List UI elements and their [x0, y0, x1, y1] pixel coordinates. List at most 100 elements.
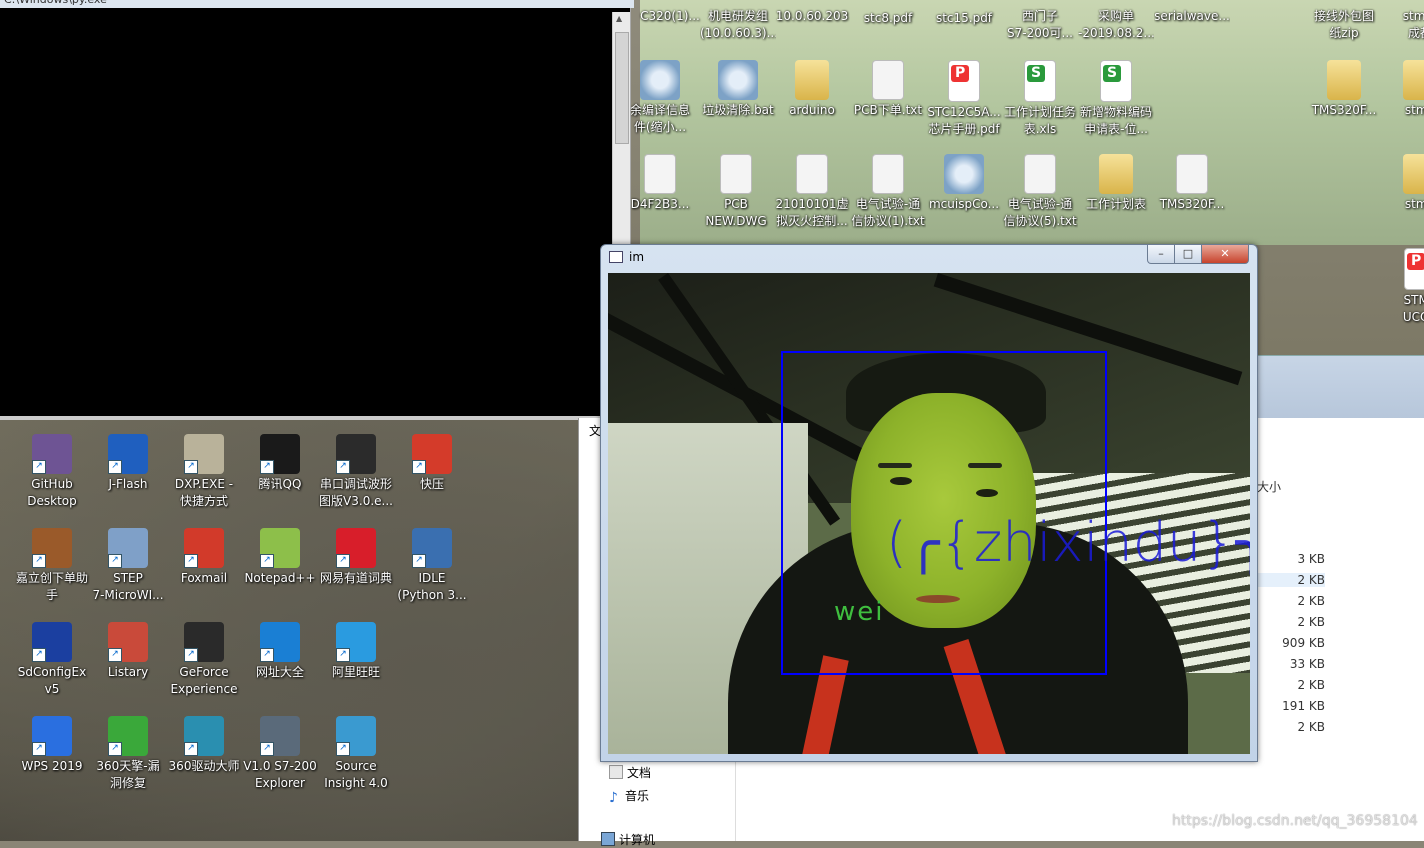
desktop-shortcut[interactable]: ↗ GeForce Experience: [166, 622, 242, 698]
desktop-icon-label: 电气试验-通 信协议(1).txt: [851, 197, 925, 228]
desktop-shortcut[interactable]: ↗ 串口调试波形 图版V3.0.e...: [318, 434, 394, 510]
desktop-icon[interactable]: 余编译信息 件(缩小...: [622, 60, 698, 136]
desktop-shortcut[interactable]: ↗ WPS 2019: [14, 716, 90, 775]
shortcut-arrow-icon: ↗: [184, 554, 198, 568]
desktop-shortcut-label: GeForce Experience: [170, 665, 238, 696]
app-icon: ↗: [336, 528, 376, 568]
folder-file-icon: [795, 60, 829, 100]
shortcut-arrow-icon: ↗: [184, 742, 198, 756]
desktop-shortcut[interactable]: ↗ Notepad++: [242, 528, 318, 587]
desktop-icon-label: stc15.pdf: [935, 11, 993, 25]
desktop-icon-label: 新增物料编码 申请表-位...: [1079, 105, 1152, 136]
desktop-shortcut[interactable]: ↗ DXP.EXE - 快捷方式: [166, 434, 242, 510]
desktop-icon-label: 机电研发组 (10.0.60.3)...: [700, 9, 776, 40]
watermark: https://blog.csdn.net/qq_36958104: [1172, 813, 1418, 829]
minimize-button[interactable]: –: [1147, 245, 1175, 264]
nav-item-music[interactable]: ♪ 音乐: [609, 787, 649, 805]
desktop-icon[interactable]: 电气试验-通 信协议(1).txt: [850, 154, 926, 230]
desktop-shortcut-label: WPS 2019: [21, 759, 83, 773]
app-icon: ↗: [184, 622, 224, 662]
desktop-icon[interactable]: 机电研发组 (10.0.60.3)...: [700, 0, 776, 42]
desktop-icon[interactable]: stm8f 成都: [1382, 0, 1424, 42]
console-window[interactable]: C:\Windows\py.exe ▲: [0, 0, 634, 420]
desktop-shortcut-label: 网易有道词典: [319, 571, 392, 585]
desktop-icon[interactable]: 采购单 -2019.08.2...: [1078, 0, 1154, 42]
desktop-icon[interactable]: 接线外包图 纸zip: [1306, 0, 1382, 42]
desktop-icon[interactable]: stm8: [1382, 154, 1424, 213]
folder-file-icon: [1403, 154, 1424, 194]
desktop-shortcut[interactable]: ↗ Source Insight 4.0: [318, 716, 394, 792]
desktop-icon[interactable]: TMS320F...: [1306, 60, 1382, 119]
desktop-shortcut[interactable]: ↗ 360天擎-漏 洞修复: [90, 716, 166, 792]
xls-file-icon: [1024, 60, 1056, 102]
desktop-icon[interactable]: 新增物料编码 申请表-位...: [1078, 60, 1154, 138]
app-icon: ↗: [260, 622, 300, 662]
desktop-icon[interactable]: stm8: [1382, 60, 1424, 119]
desktop-icon[interactable]: PCB NEW.DWG: [698, 154, 774, 230]
desktop-icon[interactable]: 西门子 S7-200可...: [1002, 0, 1078, 42]
desktop-shortcut[interactable]: ↗ 快压: [394, 434, 470, 493]
desktop-shortcut[interactable]: ↗ Foxmail: [166, 528, 242, 587]
desktop-shortcut[interactable]: ↗ GitHub Desktop: [14, 434, 90, 510]
computer-icon: [601, 832, 615, 846]
desktop-shortcut[interactable]: ↗ 网易有道词典: [318, 528, 394, 587]
shortcut-arrow-icon: ↗: [260, 648, 274, 662]
desktop-shortcut[interactable]: ↗ Listary: [90, 622, 166, 681]
desktop-icon[interactable]: arduino: [774, 60, 850, 119]
gear-file-icon: [718, 60, 758, 100]
shortcut-arrow-icon: ↗: [412, 460, 426, 474]
shortcut-arrow-icon: ↗: [336, 460, 350, 474]
desktop-icon-label: PCB下单.txt: [853, 103, 923, 117]
desktop-icon[interactable]: 10.0.60.203: [774, 0, 850, 25]
desktop-icon[interactable]: mcuispCo...: [926, 154, 1002, 213]
desktop-icon-label: 电气试验-通 信协议(5).txt: [1003, 197, 1077, 228]
desktop-shortcut[interactable]: ↗ STEP 7-MicroWI...: [90, 528, 166, 604]
desktop-icon[interactable]: 垃圾清除.bat: [700, 60, 776, 119]
desktop-shortcut[interactable]: ↗ V1.0 S7-200 Explorer: [242, 716, 318, 792]
scroll-up-icon[interactable]: ▲: [616, 14, 622, 23]
desktop-icon-label: 工作计划表: [1085, 197, 1146, 211]
shortcut-arrow-icon: ↗: [32, 742, 46, 756]
desktop-icon[interactable]: stc8.pdf: [850, 0, 926, 27]
desktop-shortcut[interactable]: ↗ 嘉立创下单助 手: [14, 528, 90, 604]
app-icon: ↗: [336, 622, 376, 662]
close-button[interactable]: ✕: [1201, 245, 1249, 264]
desktop-shortcut-label: 串口调试波形 图版V3.0.e...: [319, 477, 393, 508]
desktop-icon[interactable]: stc15.pdf: [926, 0, 1002, 27]
desktop-shortcut[interactable]: ↗ 腾讯QQ: [242, 434, 318, 493]
desktop-icon[interactable]: 电气试验-通 信协议(5).txt: [1002, 154, 1078, 230]
desktop-shortcut[interactable]: ↗ SdConfigEx v5: [14, 622, 90, 698]
desktop-icon[interactable]: STC12C5A... 芯片手册.pdf: [926, 60, 1002, 138]
desktop-shortcut[interactable]: ↗ J-Flash: [90, 434, 166, 493]
column-header-size[interactable]: 大小: [1257, 478, 1281, 495]
shortcut-arrow-icon: ↗: [184, 460, 198, 474]
app-icon: ↗: [412, 528, 452, 568]
desktop-icon[interactable]: D4F2B3...: [622, 154, 698, 213]
app-icon: ↗: [108, 434, 148, 474]
im-window[interactable]: im – □ ✕ wei (╭{zhixindu}╮: [600, 244, 1258, 762]
desktop-icon[interactable]: serialwave...: [1154, 0, 1230, 25]
maximize-button[interactable]: □: [1174, 245, 1202, 264]
nav-item-documents[interactable]: 文档: [609, 764, 651, 781]
desktop-icon[interactable]: C320(1)...: [632, 0, 708, 25]
desktop-icon[interactable]: TMS320F...: [1154, 154, 1230, 213]
desktop-shortcut[interactable]: ↗ 阿里旺旺: [318, 622, 394, 681]
scroll-thumb[interactable]: [615, 32, 629, 144]
desktop-icon[interactable]: 工作计划任务 表.xls: [1002, 60, 1078, 138]
desktop-icon[interactable]: PCB下单.txt: [850, 60, 926, 119]
desktop-icon[interactable]: STM3 UCOS: [1382, 248, 1424, 326]
desktop-shortcut[interactable]: ↗ 360驱动大师: [166, 716, 242, 775]
desktop-shortcut[interactable]: ↗ IDLE (Python 3...: [394, 528, 470, 604]
desktop-shortcut-label: IDLE (Python 3...: [397, 571, 467, 602]
desktop-shortcut-label: Source Insight 4.0: [324, 759, 388, 790]
shortcut-arrow-icon: ↗: [336, 742, 350, 756]
camera-frame: wei (╭{zhixindu}╮: [608, 273, 1250, 754]
dwg-file-icon: [720, 154, 752, 194]
desktop-icon[interactable]: 工作计划表: [1078, 154, 1154, 213]
desktop-shortcut-label: 360驱动大师: [168, 759, 240, 773]
desktop-icon[interactable]: 21010101虚 拟灭火控制...: [774, 154, 850, 230]
nav-item-computer[interactable]: 计算机: [601, 831, 655, 848]
desktop-icon-label: STM3 UCOS: [1402, 293, 1424, 324]
desktop-shortcut[interactable]: ↗ 网址大全: [242, 622, 318, 681]
desktop-shortcut-label: 360天擎-漏 洞修复: [96, 759, 160, 790]
